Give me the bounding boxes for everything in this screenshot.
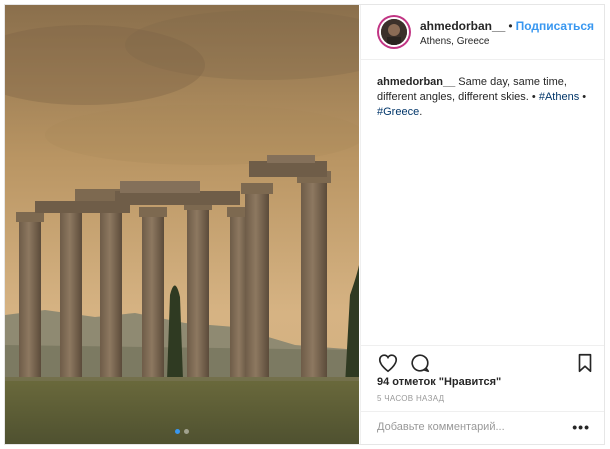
comment-input[interactable] xyxy=(377,421,567,433)
action-bar xyxy=(361,345,604,380)
post-sidebar: ahmedorban__ • Подписаться Athens, Greece … xyxy=(360,5,604,444)
temple-of-olympian-zeus-photo xyxy=(5,5,359,444)
caption-end: . xyxy=(419,106,423,118)
carousel-indicator xyxy=(5,429,359,434)
carousel-dot xyxy=(184,429,189,434)
instagram-post: ahmedorban__ • Подписаться Athens, Greece … xyxy=(4,4,605,445)
post-timestamp[interactable]: 5 ЧАСОВ НАЗАД xyxy=(377,394,444,403)
avatar-image xyxy=(381,19,407,45)
header-separator: • xyxy=(508,19,513,33)
carousel-dot-active xyxy=(175,429,180,434)
caption-bullet: • xyxy=(579,91,587,103)
hashtag-athens[interactable]: #Athens xyxy=(539,91,579,103)
more-options-icon[interactable]: ••• xyxy=(572,419,590,435)
comment-bar: ••• xyxy=(361,411,604,445)
likes-count[interactable]: 94 отметок "Нравится" xyxy=(377,376,501,388)
follow-button[interactable]: Подписаться xyxy=(516,19,594,33)
post-caption: ahmedorban__ Same day, same time, differ… xyxy=(377,75,591,120)
comment-bubble-icon[interactable] xyxy=(409,352,431,374)
post-header: ahmedorban__ • Подписаться Athens, Greece xyxy=(361,5,604,60)
avatar[interactable] xyxy=(377,15,411,49)
username-link[interactable]: ahmedorban__ xyxy=(420,19,505,33)
heart-icon[interactable] xyxy=(377,352,399,374)
caption-username[interactable]: ahmedorban__ xyxy=(377,76,455,88)
location-link[interactable]: Athens, Greece xyxy=(420,36,489,47)
bookmark-icon[interactable] xyxy=(574,352,596,374)
hashtag-greece[interactable]: #Greece xyxy=(377,106,419,118)
post-photo[interactable] xyxy=(5,5,359,444)
